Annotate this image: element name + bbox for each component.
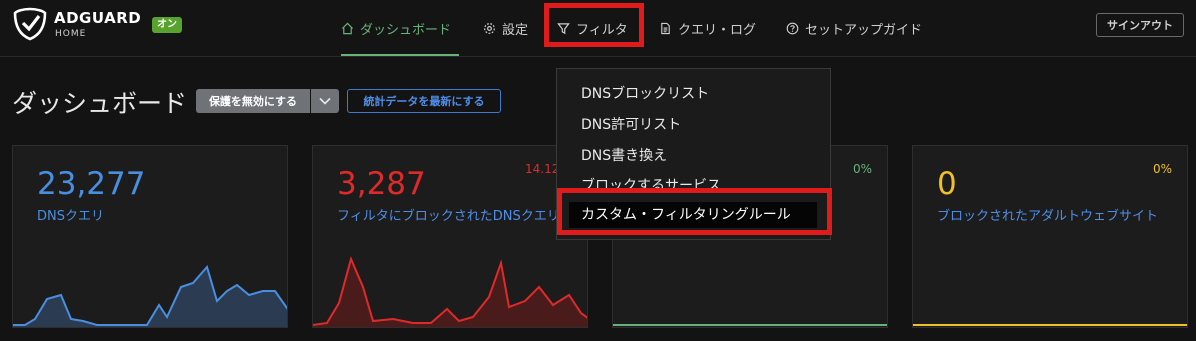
refresh-statistics-button[interactable]: 統計データを最新にする	[347, 89, 501, 113]
brand-subtitle: HOME	[55, 29, 87, 39]
nav-dashboard-label: ダッシュボード	[360, 22, 452, 38]
adult-sites-count: 0	[937, 166, 957, 202]
nav-dashboard[interactable]: ダッシュボード	[341, 0, 459, 56]
dns-queries-card: 23,277 DNSクエリ	[12, 145, 288, 328]
chevron-down-icon	[319, 97, 331, 105]
menu-item-custom-filtering-rules[interactable]: カスタム・フィルタリングルール	[569, 202, 817, 228]
dns-queries-sparkline	[13, 264, 287, 327]
home-icon	[341, 22, 354, 34]
signout-button[interactable]: サインアウト	[1096, 13, 1184, 37]
nav-query-log-label: クエリ・ログ	[678, 22, 757, 38]
page-title: ダッシュボード	[12, 89, 188, 118]
adult-sites-sparkline	[913, 324, 1187, 326]
top-header: ADGUARD HOME オン ダッシュボード 設定 フィルタ クエリ・ログ セ…	[0, 0, 1196, 57]
help-icon	[786, 22, 799, 34]
blocked-queries-sparkline	[313, 255, 587, 327]
blocked-queries-count: 3,287	[337, 166, 426, 202]
gear-icon	[484, 22, 495, 34]
menu-item-dns-blocklists[interactable]: DNSブロックリスト	[581, 83, 709, 103]
menu-item-dns-rewrites[interactable]: DNS書き換え	[581, 145, 667, 165]
menu-item-dns-allowlists[interactable]: DNS許可リスト	[581, 114, 681, 134]
dns-queries-label: DNSクエリ	[37, 209, 104, 224]
protection-options-toggle[interactable]	[311, 89, 339, 113]
blocked-queries-card: 14.12 3,287 フィルタにブロックされたDNSクエリ	[312, 145, 588, 328]
blocked-queries-label: フィルタにブロックされたDNSクエリ	[337, 209, 560, 224]
nav-setup-guide-label: セットアップガイド	[805, 22, 923, 38]
nav-filters-label: フィルタ	[576, 22, 628, 38]
adult-sites-label: ブロックされたアダルトウェブサイト	[937, 209, 1159, 224]
nav-settings[interactable]: 設定	[483, 0, 528, 56]
menu-item-blocked-services[interactable]: ブロックするサービス	[581, 175, 721, 195]
safe-browsing-percent: 0%	[853, 162, 873, 176]
nav-filters[interactable]: フィルタ	[557, 0, 628, 56]
filter-icon	[557, 22, 570, 34]
dns-queries-count: 23,277	[37, 166, 146, 202]
disable-protection-button[interactable]: 保護を無効にする	[196, 89, 310, 113]
nav-setup-guide[interactable]: セットアップガイド	[786, 0, 922, 56]
adult-sites-card: 0% 0 ブロックされたアダルトウェブサイト	[912, 145, 1188, 328]
filters-dropdown-menu: DNSブロックリスト DNS許可リスト DNS書き換え ブロックするサービス カ…	[556, 68, 831, 240]
safe-browsing-sparkline	[613, 324, 887, 326]
protection-status-badge: オン	[152, 17, 182, 33]
brand-name: ADGUARD	[54, 9, 142, 27]
adguard-shield-logo[interactable]	[12, 7, 48, 41]
nav-query-log[interactable]: クエリ・ログ	[659, 0, 756, 56]
document-icon	[661, 22, 670, 34]
adult-sites-percent: 0%	[1153, 162, 1173, 176]
blocked-queries-percent: 14.12	[525, 162, 560, 176]
nav-settings-label: 設定	[502, 22, 529, 38]
